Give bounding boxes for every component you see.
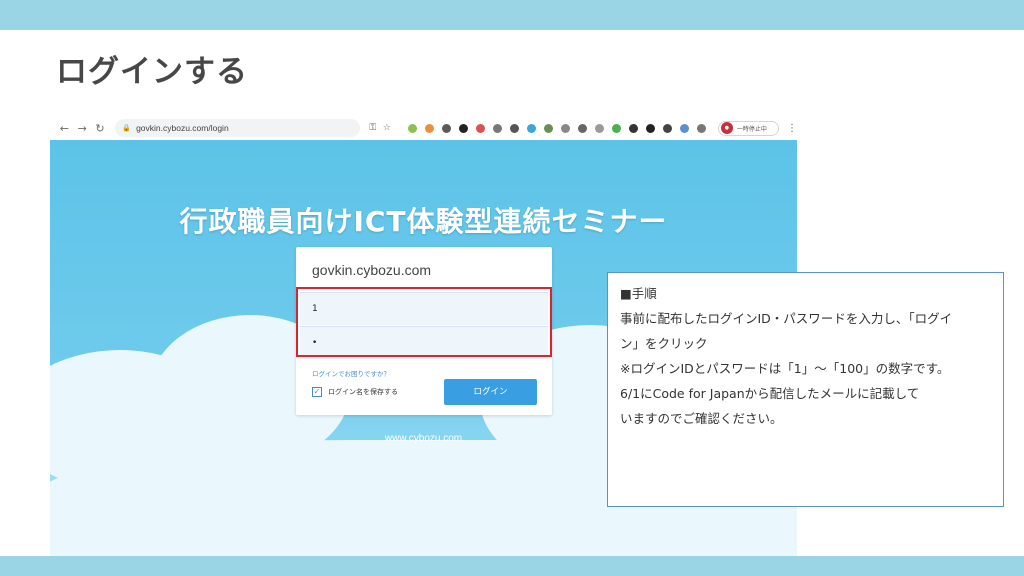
- url-text: govkin.cybozu.com/login: [136, 123, 229, 133]
- extension-icons: [407, 123, 714, 133]
- note-line: ■手順: [620, 286, 657, 301]
- extension-icon[interactable]: [679, 123, 689, 133]
- extension-icon[interactable]: [594, 123, 604, 133]
- extension-icon[interactable]: [526, 123, 536, 133]
- slide-title: ログインする: [56, 54, 248, 90]
- avatar: ●: [720, 122, 733, 134]
- extension-icon[interactable]: [407, 123, 417, 133]
- note-line: 6/1にCode for Japanから配信したメールに記載して: [620, 386, 920, 401]
- extension-icon[interactable]: [475, 123, 485, 133]
- browser-toolbar: ← → ↻ 🔒 govkin.cybozu.com/login ⚿ ☆ ● 一時…: [50, 116, 797, 140]
- extension-icon[interactable]: [696, 123, 706, 133]
- star-icon[interactable]: ☆: [380, 123, 394, 133]
- forward-icon[interactable]: →: [75, 122, 90, 135]
- extension-icon[interactable]: [441, 123, 451, 133]
- reload-icon[interactable]: ↻: [93, 122, 108, 135]
- extension-icon[interactable]: [458, 123, 468, 133]
- note-line: いますのでご確認ください。: [620, 411, 783, 426]
- extension-icon[interactable]: [560, 123, 570, 133]
- menu-icon[interactable]: ⋮: [787, 123, 797, 134]
- extension-icon[interactable]: [662, 123, 672, 133]
- profile-label: 一時停止中: [736, 125, 767, 133]
- note-line: ※ログインIDとパスワードは「1」～「100」の数字です。: [620, 361, 950, 376]
- extension-icon[interactable]: [543, 123, 553, 133]
- extension-icon[interactable]: [424, 123, 434, 133]
- extension-icon[interactable]: [645, 123, 655, 133]
- input-highlight-box: [296, 287, 552, 357]
- back-icon[interactable]: ←: [57, 122, 72, 135]
- bottom-band: [0, 556, 1024, 576]
- address-bar[interactable]: 🔒 govkin.cybozu.com/login: [115, 119, 360, 137]
- profile-button[interactable]: ● 一時停止中: [717, 120, 779, 136]
- extension-icon[interactable]: [628, 123, 638, 133]
- top-band: [0, 0, 1024, 30]
- note-line: 事前に配布したログインID・パスワードを入力し、「ログイ: [620, 311, 953, 326]
- checkbox-checked-icon[interactable]: ✓: [312, 387, 322, 397]
- note-line: ン」をクリック: [620, 336, 708, 351]
- extension-icon[interactable]: [611, 123, 621, 133]
- login-button[interactable]: ログイン: [444, 379, 537, 405]
- instruction-note: ■手順 事前に配布したログインID・パスワードを入力し、「ログイ ン」をクリック…: [607, 272, 1004, 507]
- seminar-heading: 行政職員向けICT体験型連続セミナー: [179, 205, 668, 238]
- remember-label: ログイン名を保存する: [328, 388, 398, 396]
- extension-icon[interactable]: [492, 123, 502, 133]
- lock-icon: 🔒: [122, 125, 132, 132]
- forgot-login-link[interactable]: ログインでお困りですか？: [312, 368, 390, 378]
- extension-icon[interactable]: [509, 123, 519, 133]
- remember-login-checkbox[interactable]: ✓ ログイン名を保存する: [312, 387, 398, 397]
- key-icon[interactable]: ⚿: [366, 123, 380, 133]
- domain-label: govkin.cybozu.com: [312, 262, 432, 278]
- extension-icon[interactable]: [577, 123, 587, 133]
